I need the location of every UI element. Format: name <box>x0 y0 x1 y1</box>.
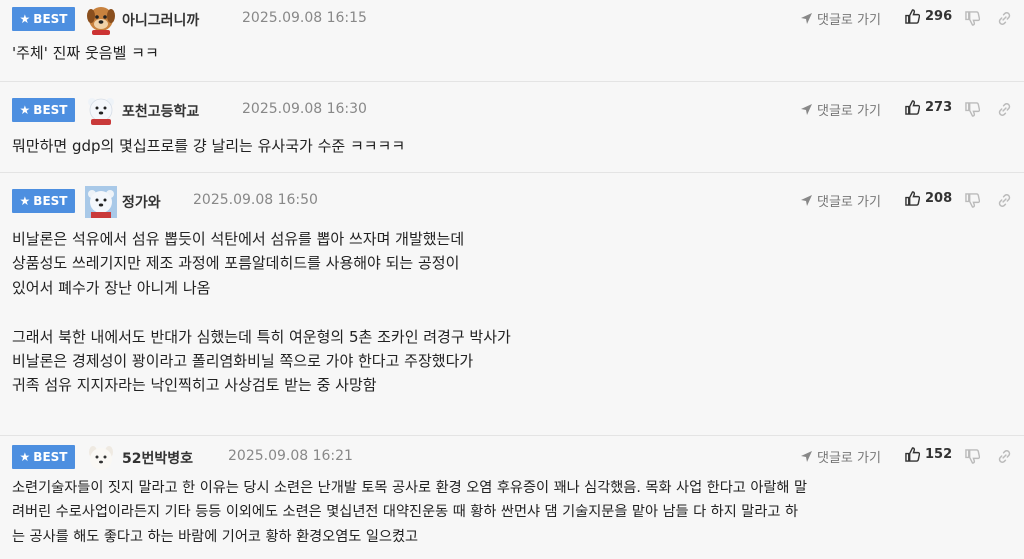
like-button[interactable]: 273 <box>905 100 952 115</box>
reply-label: 댓글로 가기 <box>817 451 881 466</box>
star-icon: ★ <box>19 12 31 26</box>
dog-avatar-icon[interactable] <box>85 4 117 36</box>
link-icon[interactable] <box>997 449 1012 464</box>
comment-item: ★ BEST 정가와 2025.09.08 16:50 댓글로 가기 208 비… <box>0 173 1024 436</box>
thumbs-down-icon[interactable] <box>965 193 980 208</box>
comment-line: 는 공사를 해도 좋다고 하는 바람에 기어코 황하 환경오염도 일으켰고 <box>12 528 419 545</box>
thumbs-down-icon[interactable] <box>965 102 980 117</box>
thumbs-down-icon[interactable] <box>965 11 980 26</box>
best-label: BEST <box>33 12 68 26</box>
like-count: 152 <box>925 447 953 462</box>
comment-line: 있어서 폐수가 장난 아니게 나옴 <box>12 278 211 297</box>
best-badge: ★ BEST <box>12 98 75 122</box>
best-label: BEST <box>33 450 68 464</box>
comment-date: 2025.09.08 16:15 <box>242 10 367 26</box>
comment-header: ★ BEST 포천고등학교 2025.09.08 16:30 댓글로 가기 27… <box>0 97 1024 125</box>
comment-date: 2025.09.08 16:30 <box>242 101 367 117</box>
thumbs-up-icon <box>905 9 920 24</box>
like-count: 208 <box>925 191 953 206</box>
like-count: 296 <box>925 9 953 24</box>
send-arrow-icon <box>801 104 812 115</box>
comment-body: 뭐만하면 gdp의 몇십프로를 걍 날리는 유사국가 수준 ㅋㅋㅋㅋ <box>12 134 1014 158</box>
nickname[interactable]: 정가와 <box>122 192 161 212</box>
reply-label: 댓글로 가기 <box>817 104 881 119</box>
best-badge: ★ BEST <box>12 7 75 31</box>
best-badge: ★ BEST <box>12 189 75 213</box>
reply-link[interactable]: 댓글로 가기 <box>800 100 881 119</box>
send-arrow-icon <box>801 451 812 462</box>
like-count: 273 <box>925 100 953 115</box>
comment-header: ★ BEST 정가와 2025.09.08 16:50 댓글로 가기 208 <box>0 186 1024 218</box>
link-icon[interactable] <box>997 11 1012 26</box>
comment-line: 그래서 북한 내에서도 반대가 심했는데 특히 여운형의 5촌 조카인 려경구 … <box>12 327 511 346</box>
comment-header: ★ BEST 아니그러니까 2025.09.08 16:15 댓글로 가기 29… <box>0 6 1024 35</box>
comment-date: 2025.09.08 16:50 <box>193 192 318 208</box>
best-badge: ★ BEST <box>12 445 75 469</box>
reply-label: 댓글로 가기 <box>817 13 881 28</box>
comment-item: ★ BEST 아니그러니까 2025.09.08 16:15 댓글로 가기 29… <box>0 0 1024 82</box>
nickname[interactable]: 포천고등학교 <box>122 101 199 121</box>
comment-line: 뭐만하면 gdp의 몇십프로를 걍 날리는 유사국가 수준 ㅋㅋㅋㅋ <box>12 137 406 155</box>
white-dog-avatar-icon[interactable] <box>85 442 117 474</box>
comment-line: 귀족 섬유 지지자라는 낙인찍히고 사상검토 받는 중 사망함 <box>12 376 377 395</box>
best-label: BEST <box>33 194 68 208</box>
best-label: BEST <box>33 103 68 117</box>
nickname[interactable]: 아니그러니까 <box>122 10 199 30</box>
reply-link[interactable]: 댓글로 가기 <box>800 191 881 210</box>
comment-item: ★ BEST 52번박병호 2025.09.08 16:21 댓글로 가기 15… <box>0 436 1024 559</box>
comment-line: 려버린 수로사업이라든지 기타 등등 이외에도 소련은 몇십년전 대약진운동 때… <box>12 504 799 521</box>
polar-bear-avatar-icon[interactable] <box>85 95 117 127</box>
reply-link[interactable]: 댓글로 가기 <box>800 9 881 28</box>
star-icon: ★ <box>19 103 31 117</box>
nickname[interactable]: 52번박병호 <box>122 448 193 468</box>
send-arrow-icon <box>801 195 812 206</box>
polar-bear-avatar-icon[interactable] <box>85 186 117 218</box>
link-icon[interactable] <box>997 102 1012 117</box>
comment-line: 비날론은 석유에서 섬유 뽑듯이 석탄에서 섬유를 뽑아 쓰자며 개발했는데 <box>12 230 465 248</box>
thumbs-down-icon[interactable] <box>965 449 980 464</box>
send-arrow-icon <box>801 13 812 24</box>
comment-body: 비날론은 석유에서 섬유 뽑듯이 석탄에서 섬유를 뽑아 쓰자며 개발했는데 상… <box>12 227 1014 398</box>
comment-header: ★ BEST 52번박병호 2025.09.08 16:21 댓글로 가기 15… <box>0 444 1024 470</box>
reply-link[interactable]: 댓글로 가기 <box>800 447 881 466</box>
comment-item: ★ BEST 포천고등학교 2025.09.08 16:30 댓글로 가기 27… <box>0 82 1024 173</box>
thumbs-up-icon <box>905 191 920 206</box>
like-button[interactable]: 208 <box>905 191 952 206</box>
like-button[interactable]: 296 <box>905 9 952 24</box>
reply-label: 댓글로 가기 <box>817 195 881 210</box>
thumbs-up-icon <box>905 100 920 115</box>
link-icon[interactable] <box>997 193 1012 208</box>
comment-date: 2025.09.08 16:21 <box>228 448 353 464</box>
comment-line: '주체' 진짜 웃음벨 ㅋㅋ <box>12 44 159 62</box>
comment-line: 상품성도 쓰레기지만 제조 과정에 포름알데히드를 사용해야 되는 공정이 <box>12 254 460 273</box>
comment-line: 비날론은 경제성이 꽝이라고 폴리염화비닐 쪽으로 가야 한다고 주장했다가 <box>12 352 474 371</box>
star-icon: ★ <box>19 450 31 464</box>
comment-line: 소련기술자들이 짓지 말라고 한 이유는 당시 소련은 난개발 토목 공사로 환… <box>12 480 808 496</box>
comment-body: '주체' 진짜 웃음벨 ㅋㅋ <box>12 41 1014 65</box>
comment-body: 소련기술자들이 짓지 말라고 한 이유는 당시 소련은 난개발 토목 공사로 환… <box>12 476 1014 549</box>
star-icon: ★ <box>19 194 31 208</box>
thumbs-up-icon <box>905 447 920 462</box>
like-button[interactable]: 152 <box>905 447 952 462</box>
